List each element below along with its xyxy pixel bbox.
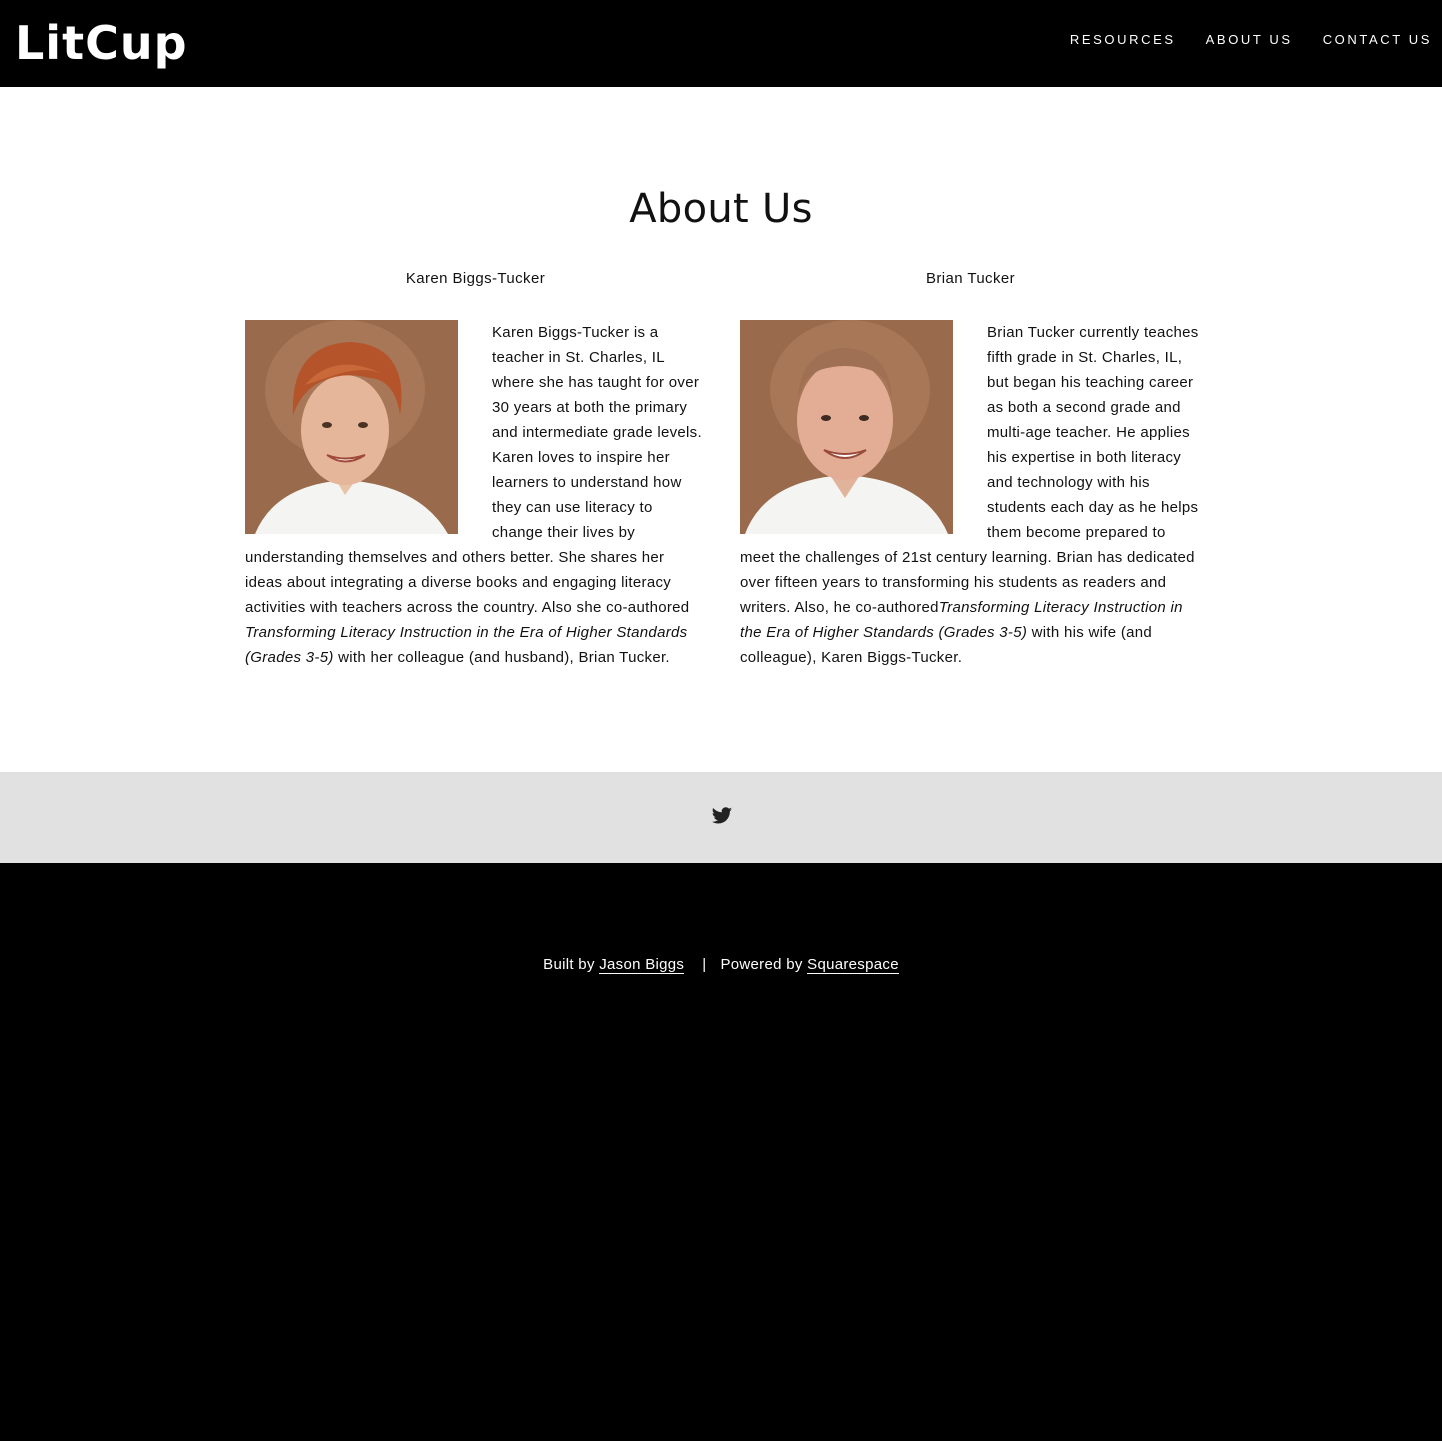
man-portrait-icon bbox=[740, 320, 953, 534]
woman-portrait-icon bbox=[245, 320, 458, 534]
brian-portrait-image bbox=[740, 320, 953, 534]
site-header: LitCup RESOURCES ABOUT US CONTACT US bbox=[0, 0, 1442, 87]
nav-contact-us[interactable]: CONTACT US bbox=[1323, 32, 1432, 47]
site-logo[interactable]: LitCup bbox=[15, 12, 188, 74]
social-bar bbox=[0, 772, 1442, 863]
twitter-icon[interactable] bbox=[711, 805, 733, 827]
main-content: About Us Karen Biggs-Tucker Karen Biggs-… bbox=[0, 87, 1442, 772]
person-name: Brian Tucker bbox=[926, 270, 1015, 287]
footer-credits: Built by Jason Biggs | Powered by Squaresp… bbox=[0, 953, 1442, 977]
person-bio: Karen Biggs-Tucker is a teacher in St. C… bbox=[245, 320, 706, 670]
nav-resources[interactable]: RESOURCES bbox=[1070, 32, 1176, 47]
squarespace-link[interactable]: Squarespace bbox=[807, 956, 899, 974]
karen-portrait-image bbox=[245, 320, 458, 534]
person-card-karen: Karen Biggs-Tucker Karen Biggs-Tucker is… bbox=[245, 267, 706, 670]
main-nav: RESOURCES ABOUT US CONTACT US bbox=[1070, 32, 1432, 47]
person-name: Karen Biggs-Tucker bbox=[405, 270, 546, 287]
nav-about-us[interactable]: ABOUT US bbox=[1206, 32, 1293, 47]
footer-separator: | bbox=[702, 956, 707, 973]
person-card-brian: Brian Tucker Brian Tucker currently teac… bbox=[740, 267, 1201, 670]
site-footer: Built by Jason Biggs | Powered by Squaresp… bbox=[0, 863, 1442, 1441]
person-bio: Brian Tucker currently teaches fifth gra… bbox=[740, 320, 1201, 670]
page-title: About Us bbox=[629, 186, 813, 232]
jason-biggs-link[interactable]: Jason Biggs bbox=[599, 956, 685, 974]
